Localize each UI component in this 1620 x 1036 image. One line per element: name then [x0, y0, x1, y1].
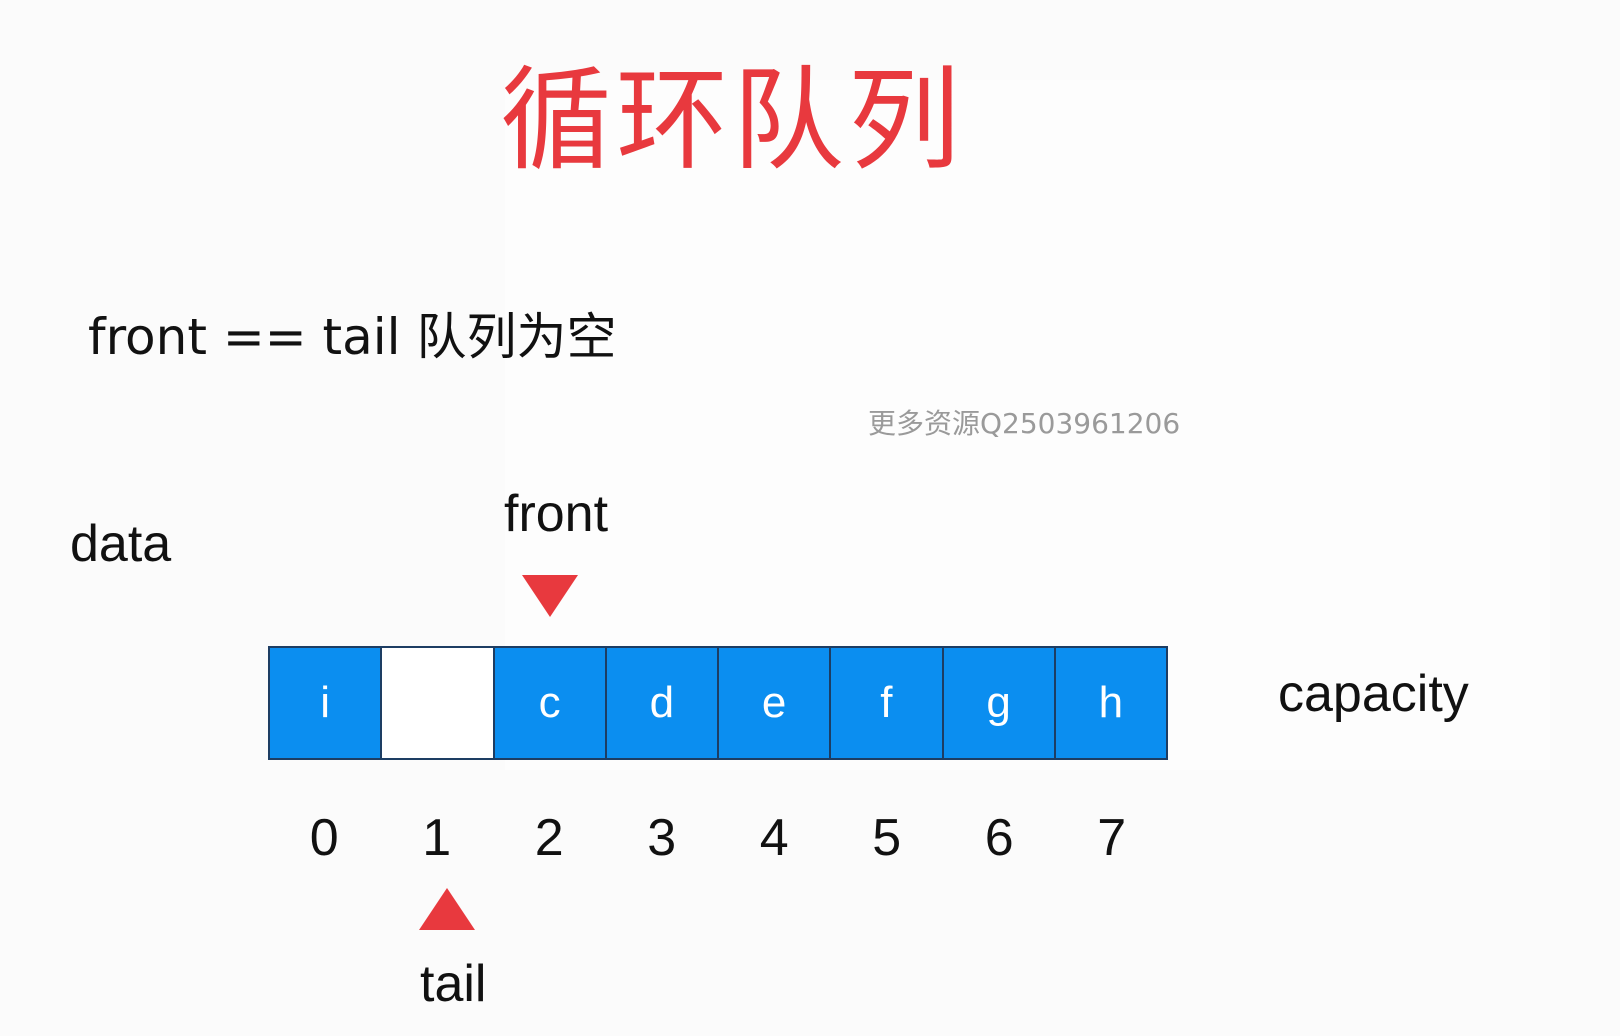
index-label-4: 4	[759, 809, 789, 867]
tail-label: tail	[420, 955, 487, 1013]
data-label: data	[70, 515, 172, 573]
index-label-2: 2	[534, 809, 564, 867]
array-cell-2: c	[494, 648, 607, 758]
array-cell-7: h	[1055, 648, 1166, 758]
diagram-canvas: 循环队列 front == tail 队列为空 更多资源Q2503961206 …	[0, 0, 1620, 1036]
empty-condition-text: front == tail 队列为空	[88, 308, 617, 366]
index-label-1: 1	[422, 809, 452, 867]
triangle-down-icon	[522, 575, 578, 617]
front-label: front	[504, 485, 609, 543]
page-title: 循环队列	[500, 56, 964, 186]
array-cell-5: f	[831, 648, 944, 758]
array-cell-4: e	[719, 648, 832, 758]
queue-array: i c d e f g h	[268, 646, 1168, 760]
index-label-3: 3	[647, 809, 677, 867]
index-label-0: 0	[309, 809, 339, 867]
array-cell-3: d	[606, 648, 719, 758]
array-indices: 0 1 2 3 4 5 6 7	[268, 808, 1168, 868]
array-cell-1	[382, 648, 495, 758]
array-cell-6: g	[943, 648, 1056, 758]
index-label-6: 6	[984, 809, 1014, 867]
index-label-5: 5	[872, 809, 902, 867]
array-cell-0: i	[270, 648, 383, 758]
watermark: 更多资源Q2503961206	[868, 407, 1181, 440]
capacity-label: capacity	[1278, 665, 1469, 723]
triangle-up-icon	[419, 888, 475, 930]
index-label-7: 7	[1097, 809, 1127, 867]
